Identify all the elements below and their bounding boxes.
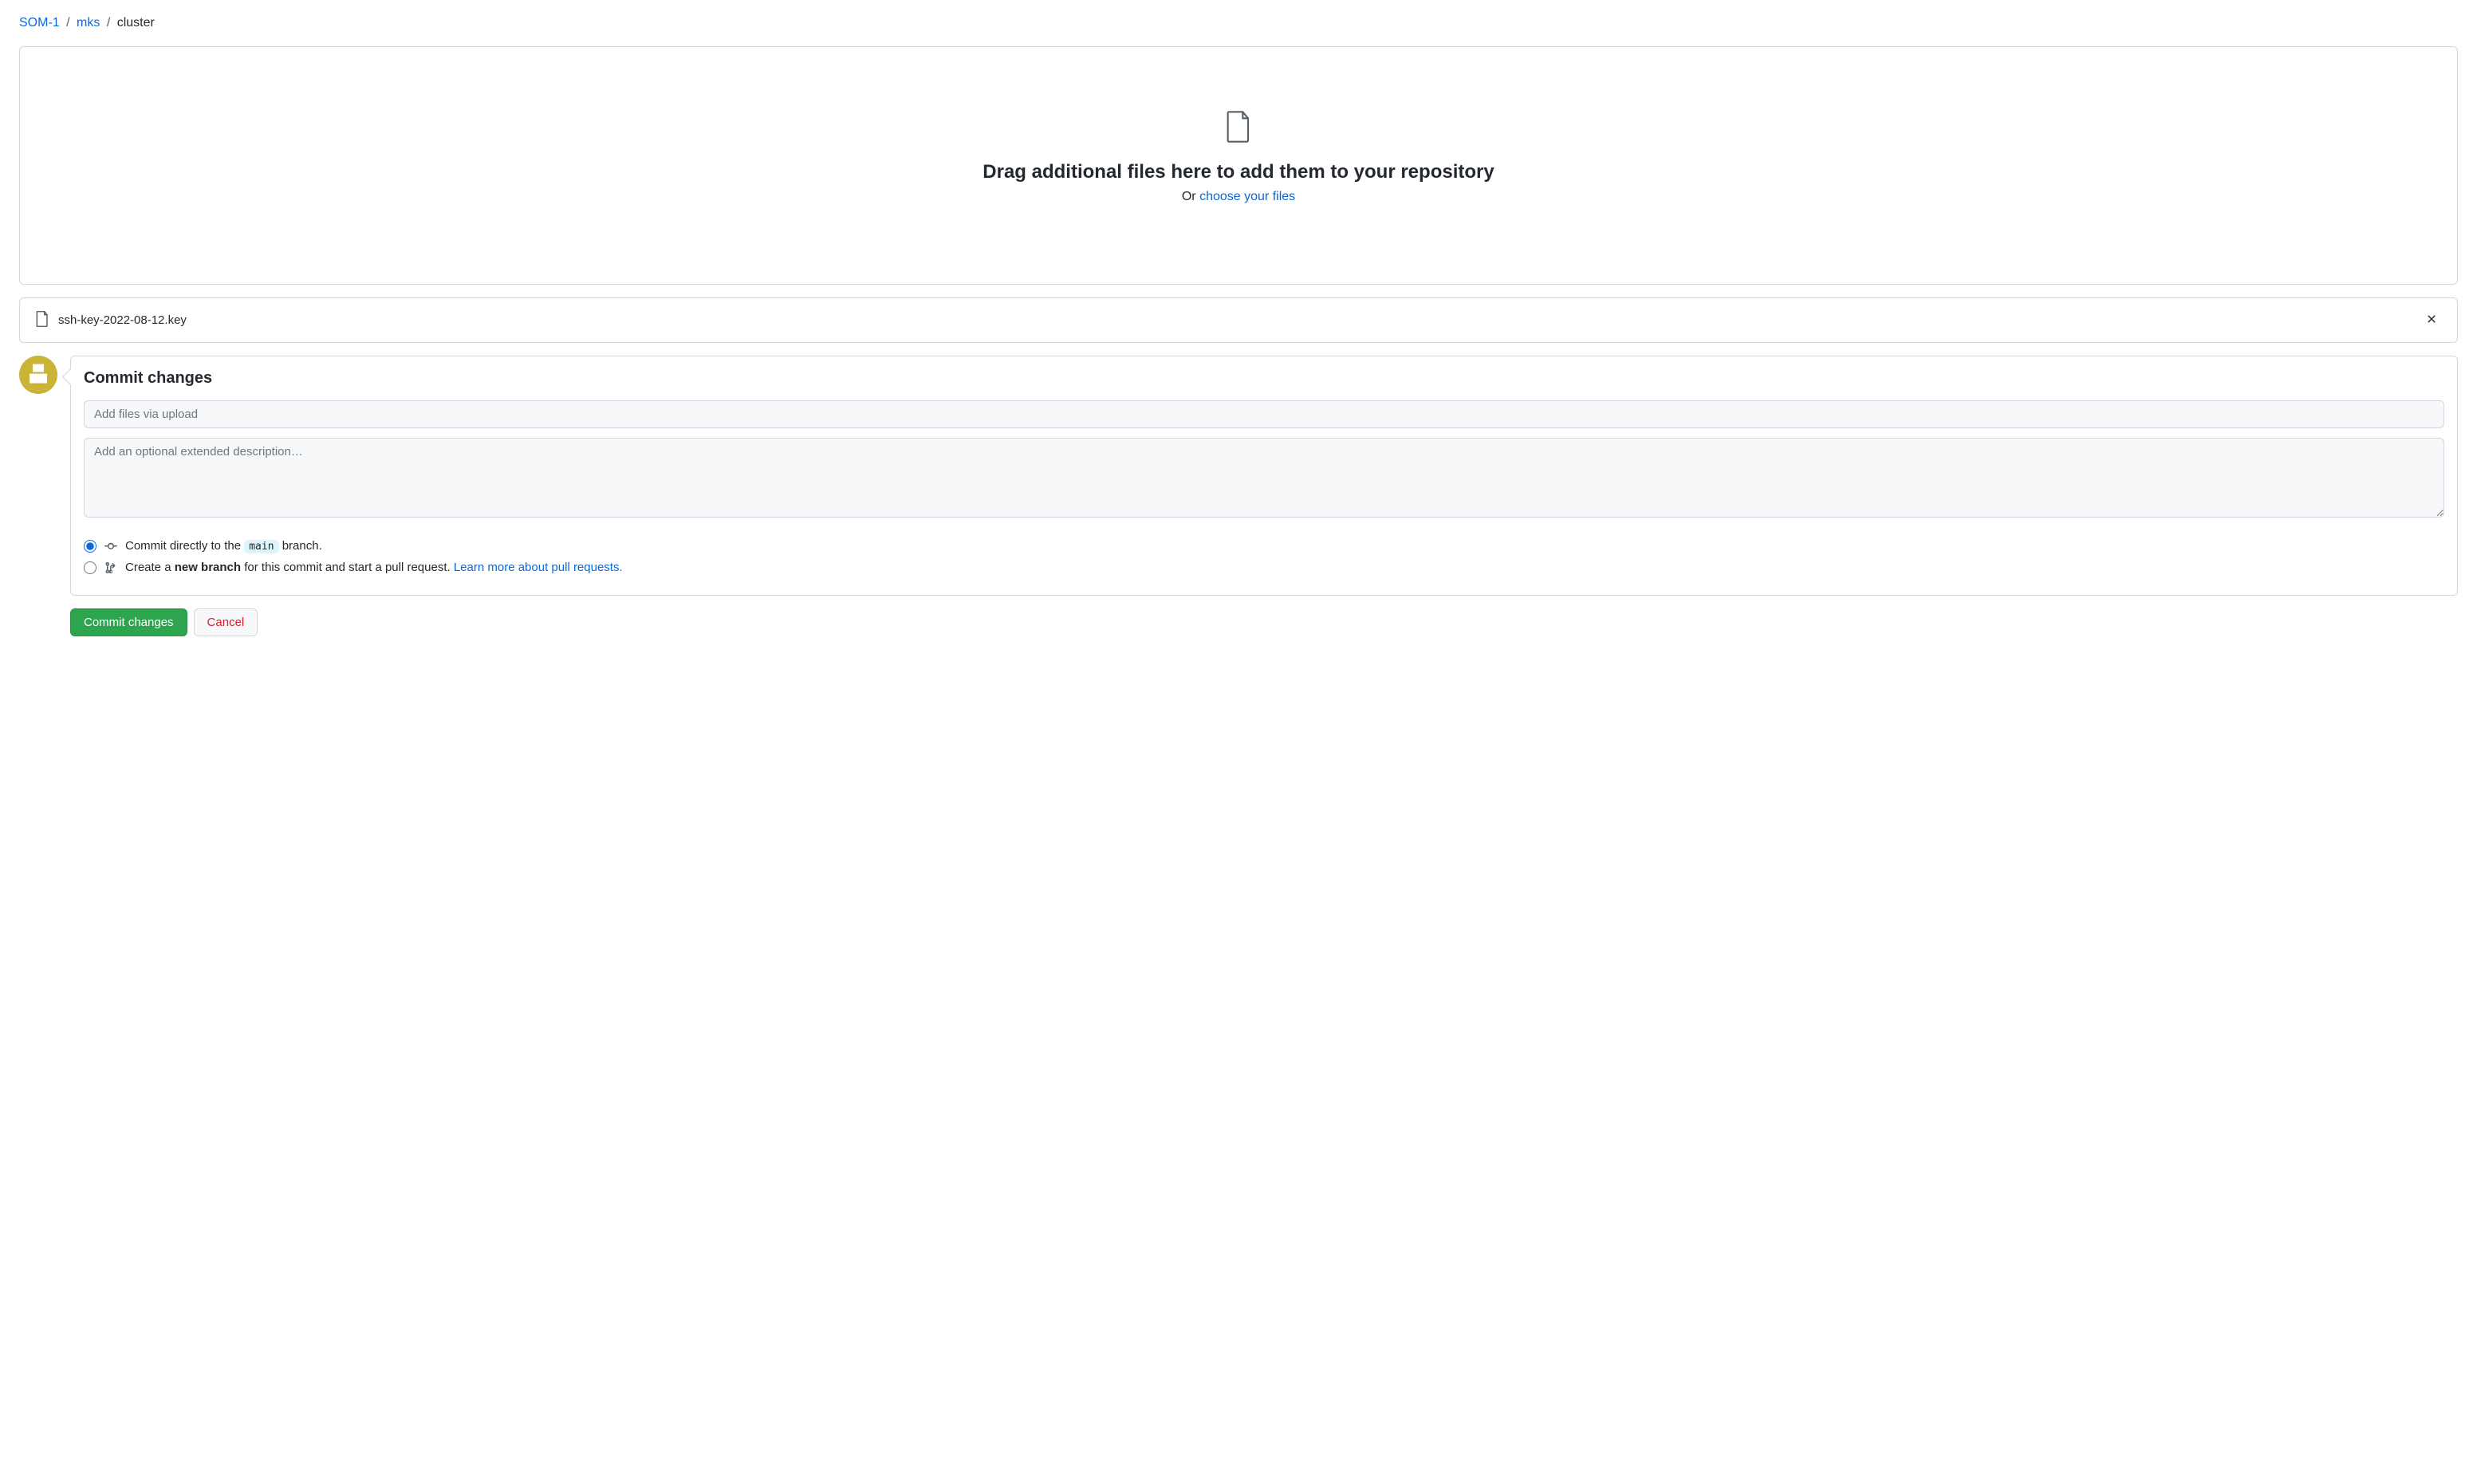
close-icon [2425,313,2438,328]
avatar [19,356,57,394]
breadcrumb-current: cluster [117,16,155,30]
file-dropzone[interactable]: Drag additional files here to add them t… [19,46,2458,285]
commit-newbranch-suffix: for this commit and start a pull request… [241,561,454,574]
breadcrumb-sep: / [107,16,110,30]
choose-files-link[interactable]: choose your files [1199,190,1295,203]
remove-file-button[interactable] [2422,309,2441,331]
commit-direct-suffix: branch. [279,539,322,553]
git-commit-icon [104,540,117,553]
commit-summary-input[interactable] [84,400,2444,428]
dropzone-subtext-prefix: Or [1182,190,1199,203]
breadcrumb-sep: / [66,16,69,30]
commit-changes-button[interactable]: Commit changes [70,608,187,636]
commit-direct-radio[interactable] [84,540,96,553]
learn-pull-requests-link[interactable]: Learn more about pull requests. [454,561,623,574]
commit-description-textarea[interactable] [84,438,2444,518]
commit-newbranch-bold: new branch [175,561,241,574]
file-icon [36,311,49,329]
commit-newbranch-prefix: Create a [125,561,175,574]
uploaded-file-name: ssh-key-2022-08-12.key [58,313,2422,327]
commit-direct-prefix: Commit directly to the [125,539,244,553]
branch-tag: main [244,540,278,553]
commit-direct-radio-row[interactable]: Commit directly to the main branch. [84,539,2444,553]
commit-newbranch-radio[interactable] [84,561,96,574]
breadcrumb: SOM-1 / mks / cluster [19,13,2458,33]
dropzone-subtext: Or choose your files [36,190,2441,204]
dropzone-heading: Drag additional files here to add them t… [36,161,2441,183]
commit-heading: Commit changes [84,369,2444,388]
breadcrumb-link-1[interactable]: mks [77,16,100,30]
uploaded-file-row: ssh-key-2022-08-12.key [19,297,2458,343]
cancel-button[interactable]: Cancel [194,608,258,636]
commit-newbranch-label: Create a new branch for this commit and … [125,561,623,574]
file-icon [1226,111,1251,145]
commit-box: Commit changes Commit directly to the ma… [70,356,2458,596]
commit-newbranch-radio-row[interactable]: Create a new branch for this commit and … [84,561,2444,574]
git-pull-request-icon [104,561,117,574]
breadcrumb-link-0[interactable]: SOM-1 [19,16,60,30]
commit-direct-label: Commit directly to the main branch. [125,539,322,553]
